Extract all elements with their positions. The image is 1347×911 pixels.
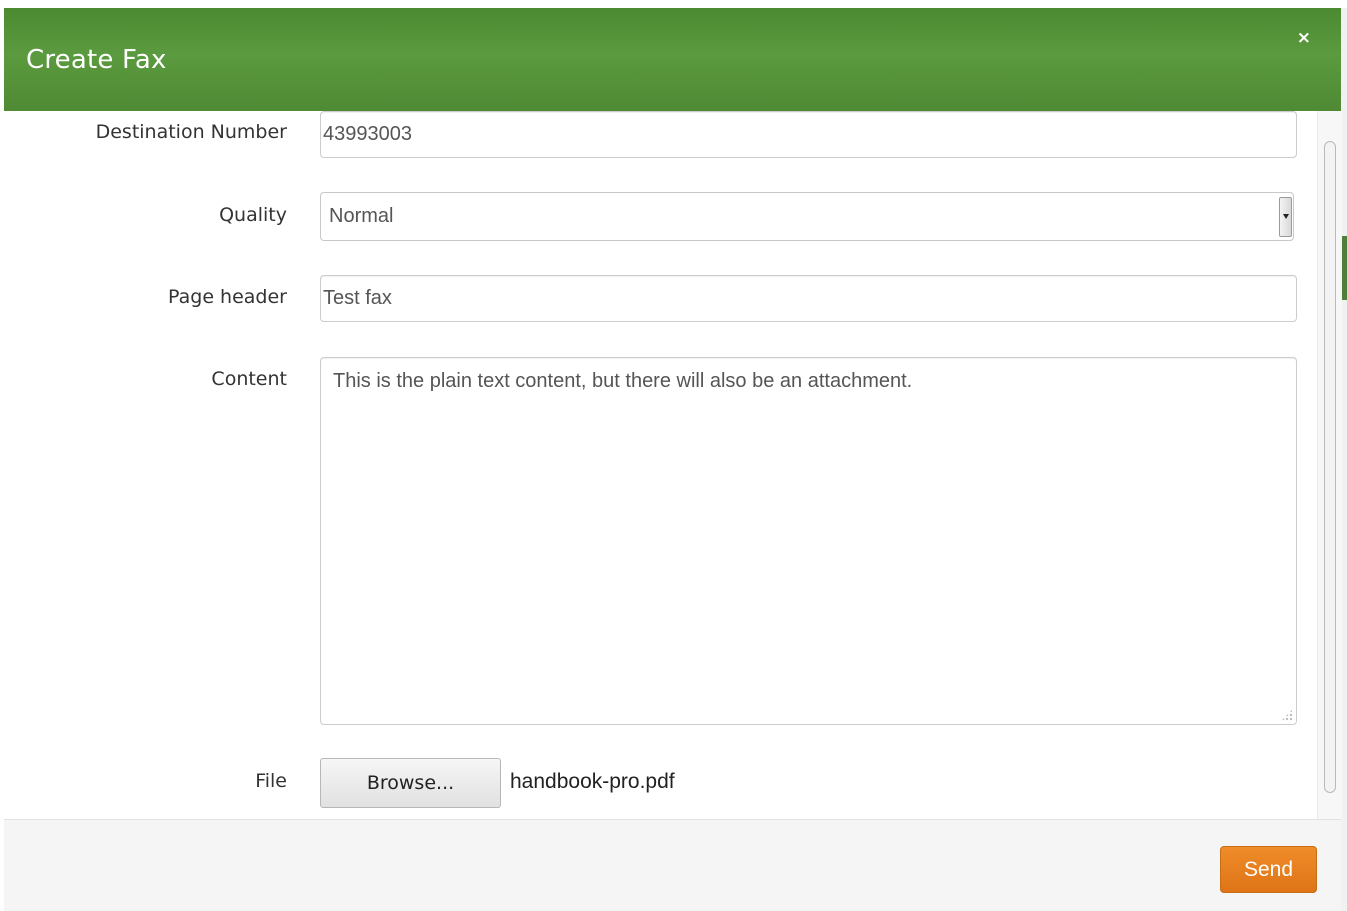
content-label: Content: [211, 368, 287, 390]
content-text: This is the plain text content, but ther…: [333, 370, 913, 392]
scrollbar[interactable]: [1317, 111, 1342, 819]
quality-select[interactable]: Normal: [320, 192, 1294, 241]
dialog-header: Create Fax ×: [4, 8, 1341, 111]
create-fax-dialog: Create Fax × Destination Number 43993003…: [0, 0, 1347, 911]
dialog-body: Destination Number 43993003 Quality Norm…: [4, 111, 1317, 819]
resize-grip-icon[interactable]: [1281, 709, 1293, 721]
destination-number-input[interactable]: 43993003: [320, 111, 1297, 158]
close-icon[interactable]: ×: [1297, 28, 1311, 48]
scrollbar-thumb[interactable]: [1324, 141, 1336, 793]
destination-number-label: Destination Number: [95, 121, 287, 143]
dialog-footer: Send: [4, 819, 1341, 911]
chevron-down-icon[interactable]: [1279, 197, 1292, 237]
quality-selected-value: Normal: [329, 205, 394, 227]
file-label: File: [255, 770, 287, 792]
page-header-input[interactable]: Test fax: [320, 275, 1297, 322]
dialog-title: Create Fax: [26, 45, 167, 75]
selected-filename: handbook-pro.pdf: [510, 770, 675, 793]
browse-button[interactable]: Browse...: [320, 758, 501, 808]
quality-label: Quality: [219, 204, 287, 226]
content-textarea[interactable]: This is the plain text content, but ther…: [320, 357, 1297, 725]
top-strip: [0, 0, 1347, 8]
send-button[interactable]: Send: [1220, 846, 1317, 893]
page-header-label: Page header: [168, 286, 287, 308]
